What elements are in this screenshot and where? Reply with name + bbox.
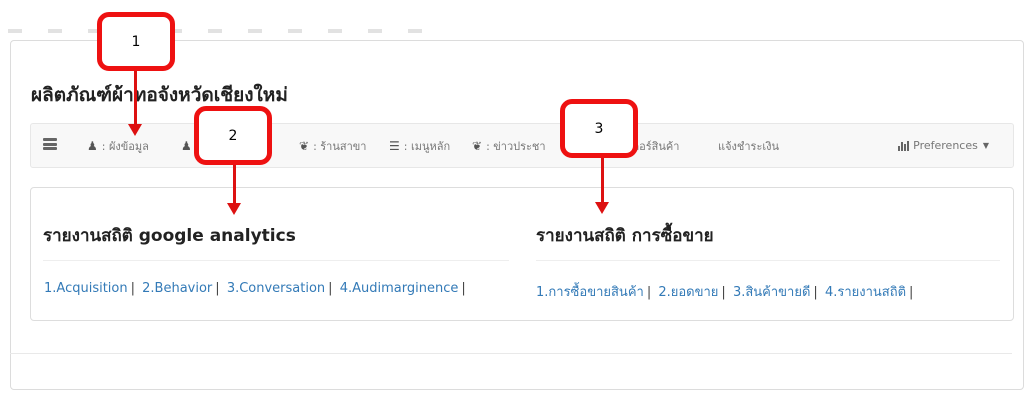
analytics-report-title: รายงานสถิติ google analytics bbox=[43, 226, 296, 246]
link-audimarginence[interactable]: 4.Audimarginence bbox=[340, 281, 459, 296]
arrow-1-line bbox=[134, 71, 137, 127]
analytics-divider bbox=[43, 260, 509, 261]
user-icon: ♟ bbox=[181, 138, 192, 153]
link-product-trading[interactable]: 1.การซื้อขายสินค้า bbox=[536, 285, 644, 300]
arrow-2-head bbox=[227, 203, 241, 215]
arrow-3-line bbox=[601, 158, 604, 204]
nav-item-label: ดอร์สินค้า bbox=[632, 139, 680, 153]
preferences-label: Preferences bbox=[913, 139, 978, 152]
link-sales-total[interactable]: 2.ยอดขาย bbox=[658, 285, 718, 300]
link-acquisition[interactable]: 1.Acquisition bbox=[44, 281, 128, 296]
link-behavior[interactable]: 2.Behavior bbox=[142, 281, 212, 296]
callout-2: 2 bbox=[194, 106, 272, 165]
nav-item-label: : ข่าวประชา bbox=[486, 139, 546, 153]
nav-item-branches[interactable]: ❦ : ร้านสาขา bbox=[299, 124, 366, 167]
arrow-3-head bbox=[595, 202, 609, 214]
nav-item-label: แจ้งชำระเงิน bbox=[718, 139, 780, 153]
sales-report-title: รายงานสถิติ การซื้อขาย bbox=[536, 226, 714, 246]
nav-item-label: : ผังข้อมูล bbox=[101, 139, 149, 153]
caret-down-icon: ▼ bbox=[982, 141, 989, 150]
link-conversation[interactable]: 3.Conversation bbox=[227, 281, 325, 296]
sales-divider bbox=[536, 260, 1000, 261]
faded-breadcrumb bbox=[8, 29, 428, 33]
arrow-2-line bbox=[233, 165, 236, 205]
leaf-icon: ❦ bbox=[299, 138, 310, 153]
callout-3: 3 bbox=[560, 99, 638, 158]
nav-item-label: : ร้านสาขา bbox=[313, 139, 367, 153]
callout-1: 1 bbox=[97, 12, 175, 71]
sales-links: 1.การซื้อขายสินค้า | 2.ยอดขาย | 3.สินค้าขา… bbox=[536, 285, 914, 300]
link-statistics-report[interactable]: 4.รายงานสถิติ bbox=[825, 285, 906, 300]
analytics-links: 1.Acquisition | 2.Behavior | 3.Conversatio… bbox=[44, 281, 466, 296]
nav-item-main-menu[interactable]: ☰ : เมนูหลัก bbox=[389, 124, 450, 167]
preferences-dropdown[interactable]: Preferences ▼ bbox=[898, 124, 989, 167]
arrow-1-head bbox=[128, 124, 142, 136]
menu-toggle-icon[interactable] bbox=[43, 138, 57, 150]
user-icon: ♟ bbox=[87, 138, 98, 153]
panel-divider bbox=[10, 353, 1012, 354]
link-best-sellers[interactable]: 3.สินค้าขายดี bbox=[733, 285, 810, 300]
nav-item-order[interactable]: ดอร์สินค้า bbox=[632, 124, 679, 167]
bar-chart-icon bbox=[898, 140, 910, 151]
top-navbar: ♟ : ผังข้อมูล ♟ ❦ : ร้านสาขา ☰ : เมนูหลั… bbox=[30, 123, 1014, 168]
list-icon: ☰ bbox=[389, 138, 400, 153]
leaf-icon: ❦ bbox=[472, 138, 483, 153]
nav-item-payment[interactable]: แจ้งชำระเงิน bbox=[718, 124, 779, 167]
nav-item-label: : เมนูหลัก bbox=[403, 139, 451, 153]
nav-item-news[interactable]: ❦ : ข่าวประชา bbox=[472, 124, 546, 167]
